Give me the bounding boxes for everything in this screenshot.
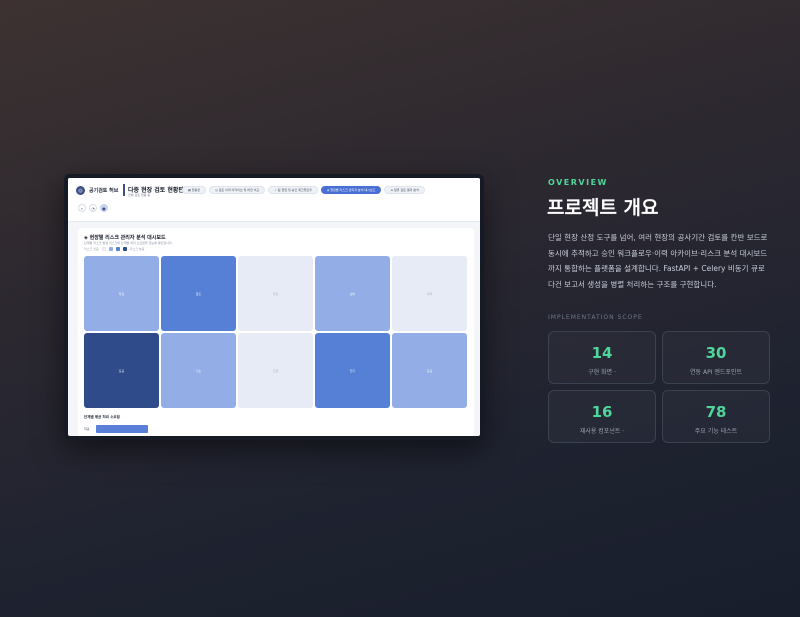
heatmap-cell[interactable]: 외부 — [392, 256, 467, 331]
stat-value: 14 — [591, 344, 613, 362]
legend-swatch — [115, 247, 120, 251]
heatmap-cell[interactable]: 전기 — [315, 333, 390, 408]
nav-tabs: ▦ 현황판 ◷ 검토 이력 아카이브 및 버전 비교 ✓ 팀 협업 및 승인 워… — [182, 186, 425, 194]
header-actions: ⌕ ◔ ● — [78, 204, 108, 212]
legend-high-label: 리스크 높음 — [129, 247, 145, 251]
heatmap-cell[interactable]: 기초 — [161, 333, 236, 408]
stat-card-api: 30 연동 API 엔드포인트 — [662, 331, 770, 384]
brand[interactable]: ◎ 공기검토 허브 — [76, 186, 118, 195]
heatmap-cell[interactable]: 조경 — [238, 333, 313, 408]
stat-card-components: 16 재사용 컴포넌트 · — [548, 390, 656, 443]
stat-value: 16 — [591, 403, 613, 421]
legend-low-label: 리스크 낮음 — [84, 247, 99, 251]
scope-label: IMPLEMENTATION SCOPE — [548, 314, 643, 321]
stat-label: 연동 API 엔드포인트 — [690, 369, 742, 376]
bar-label: 착공 — [84, 427, 90, 431]
stat-card-screens: 14 구현 화면 · — [548, 331, 656, 384]
search-icon[interactable]: ⌕ — [78, 204, 86, 212]
tab-risk-dashboard[interactable]: ◈ 현장별 리스크 관리자 분석 대시보드 — [320, 186, 382, 194]
stat-value: 30 — [705, 344, 727, 362]
panel-description: 단계별 리스크 발생 리스크와 단계별 처리 소요일을 한눈에 확인합니다. — [84, 241, 173, 245]
app-header: ◎ 공기검토 허브 다중 현장 검토 현황판 전체 검토 현황 총 ▦ 현황판 … — [68, 178, 480, 222]
heatmap-cell[interactable]: 마감 — [238, 256, 313, 331]
overview-eyebrow: OVERVIEW — [548, 178, 608, 187]
app-screen: ◎ 공기검토 허브 다중 현장 검토 현황판 전체 검토 현황 총 ▦ 현황판 … — [68, 178, 480, 436]
heatmap-cell[interactable]: 설비 — [315, 256, 390, 331]
stat-value: 78 — [705, 403, 727, 421]
avatar[interactable]: ● — [100, 204, 108, 212]
tab-workflow[interactable]: ✓ 팀 협업 및 승인 워크플로우 — [268, 186, 318, 194]
heatmap-cell[interactable]: 골조 — [161, 256, 236, 331]
legend-swatch — [101, 247, 106, 251]
stat-label: 재사용 컴포넌트 · — [579, 428, 625, 435]
bars-title: 단계별 평균 처리 소요일 — [84, 415, 120, 419]
stat-label: 구현 화면 · — [588, 369, 616, 376]
heatmap-cell[interactable]: 착공 — [84, 256, 159, 331]
brand-logo-icon: ◎ — [76, 186, 85, 195]
title-divider — [123, 184, 125, 196]
brand-name: 공기검토 허브 — [89, 188, 119, 194]
heatmap-cell[interactable]: 토공 — [84, 333, 159, 408]
stat-card-tests: 78 주요 기능 테스트 — [662, 390, 770, 443]
page-subtitle: 전체 검토 현황 총 — [128, 193, 151, 197]
app-screenshot-mockup: ◎ 공기검토 허브 다중 현장 검토 현황판 전체 검토 현황 총 ▦ 현황판 … — [64, 174, 484, 440]
panel-title: ◈ 현장별 리스크 관리자 분석 대시보드 — [84, 235, 166, 241]
risk-heatmap: 착공 골조 마감 설비 외부토공 기초 조경 전기 준공 — [84, 256, 467, 408]
heatmap-legend: 리스크 낮음 리스크 높음 — [84, 247, 145, 251]
duration-bar[interactable] — [95, 425, 148, 433]
duration-bar-row: 착공 — [84, 425, 148, 433]
stat-label: 주요 기능 테스트 — [694, 428, 738, 435]
overview-heading: 프로젝트 개요 — [547, 197, 659, 219]
tab-archive[interactable]: ◷ 검토 이력 아카이브 및 버전 비교 — [209, 186, 266, 194]
tab-dashboard[interactable]: ▦ 현황판 — [182, 186, 207, 194]
tab-batch-analysis[interactable]: ≡ 일괄 검토 결과 분석 — [384, 186, 425, 194]
heatmap-cell[interactable]: 준공 — [392, 333, 467, 408]
legend-swatch — [108, 247, 113, 251]
overview-description: 단일 현장 산정 도구를 넘어, 여러 현장의 공사기간 검토를 칸반 보드로 … — [548, 233, 768, 289]
risk-dashboard-panel: ◈ 현장별 리스크 관리자 분석 대시보드 단계별 리스크 발생 리스크와 단계… — [78, 228, 474, 436]
legend-swatch — [122, 247, 127, 251]
bell-icon[interactable]: ◔ — [89, 204, 97, 212]
